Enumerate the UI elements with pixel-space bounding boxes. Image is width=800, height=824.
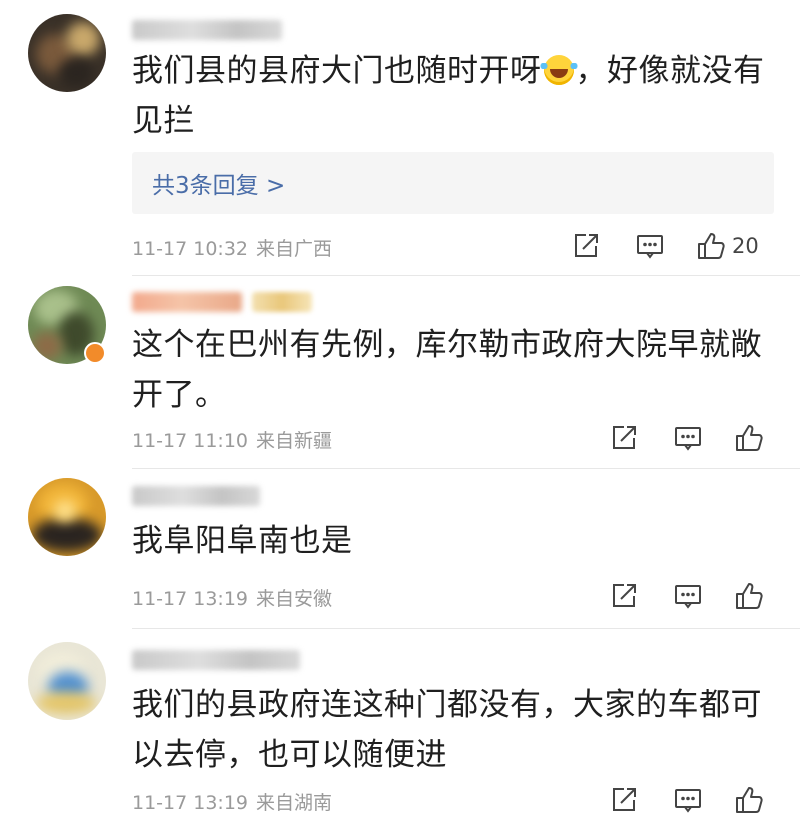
like-count: 20 (732, 234, 759, 258)
comment-time: 11-17 11:10 (132, 430, 249, 452)
comment-actions (610, 581, 772, 611)
avatar[interactable] (28, 478, 106, 556)
like-button[interactable] (734, 581, 764, 611)
avatar[interactable] (28, 642, 106, 720)
thumbs-up-icon (696, 231, 726, 261)
comment-location: 来自新疆 (256, 430, 333, 452)
divider (132, 468, 800, 469)
share-button[interactable] (610, 423, 638, 453)
avatar[interactable] (28, 14, 106, 92)
comment-text: 我阜阳阜南也是 (132, 523, 353, 559)
share-icon (610, 786, 638, 814)
username[interactable] (132, 486, 260, 506)
share-icon (610, 424, 638, 452)
share-button[interactable] (610, 785, 638, 815)
comment-location: 来自湖南 (256, 792, 333, 814)
comment-icon (674, 786, 702, 814)
comment-text-part: 我们县的县府大门也随时开呀 (132, 53, 542, 89)
comment-meta: 11-17 10:32 来自广西 (132, 234, 332, 261)
username[interactable] (132, 292, 242, 312)
thumbs-up-icon (734, 581, 764, 611)
comment-meta: 11-17 13:19 来自安徽 (132, 584, 332, 611)
comment-actions (610, 423, 772, 453)
comment-location: 来自安徽 (256, 588, 333, 610)
member-tag (252, 292, 312, 312)
thumbs-up-icon (734, 785, 764, 815)
comment-button[interactable] (674, 785, 702, 815)
comment-location: 来自广西 (256, 238, 333, 260)
share-icon (610, 582, 638, 610)
share-button[interactable] (572, 231, 600, 261)
comment-time: 11-17 13:19 (132, 588, 249, 610)
comment-meta: 11-17 11:10 来自新疆 (132, 426, 332, 453)
comment-meta: 11-17 13:19 来自湖南 (132, 788, 332, 815)
comment-text: 我们县的县府大门也随时开呀 ，好像就没有见拦 (132, 46, 772, 146)
comment-button[interactable] (674, 423, 702, 453)
comment-text: 我们的县政府连这种门都没有，大家的车都可以去停，也可以随便进 (132, 687, 762, 773)
comment-text: 这个在巴州有先例，库尔勒市政府大院早就敞开了。 (132, 327, 762, 413)
comment-button[interactable] (674, 581, 702, 611)
like-button[interactable]: 20 (696, 231, 759, 261)
username[interactable] (132, 20, 282, 40)
comment-actions (610, 785, 772, 815)
replies-box[interactable]: 共3条回复 > (132, 152, 774, 214)
comment-icon (674, 424, 702, 452)
comment-icon (674, 582, 702, 610)
comment-button[interactable] (636, 231, 664, 261)
thumbs-up-icon (734, 423, 764, 453)
comment-time: 11-17 13:19 (132, 792, 249, 814)
comment-actions: 20 (572, 231, 772, 261)
laughing-tears-emoji-icon (539, 55, 578, 85)
share-icon (572, 232, 600, 260)
share-button[interactable] (610, 581, 638, 611)
divider (132, 275, 800, 276)
comment-icon (636, 232, 664, 260)
username[interactable] (132, 650, 300, 670)
verified-badge (84, 342, 106, 364)
view-replies-link[interactable]: 共3条回复 > (152, 166, 285, 200)
like-button[interactable] (734, 785, 764, 815)
comment-time: 11-17 10:32 (132, 238, 249, 260)
divider (132, 628, 800, 629)
like-button[interactable] (734, 423, 764, 453)
